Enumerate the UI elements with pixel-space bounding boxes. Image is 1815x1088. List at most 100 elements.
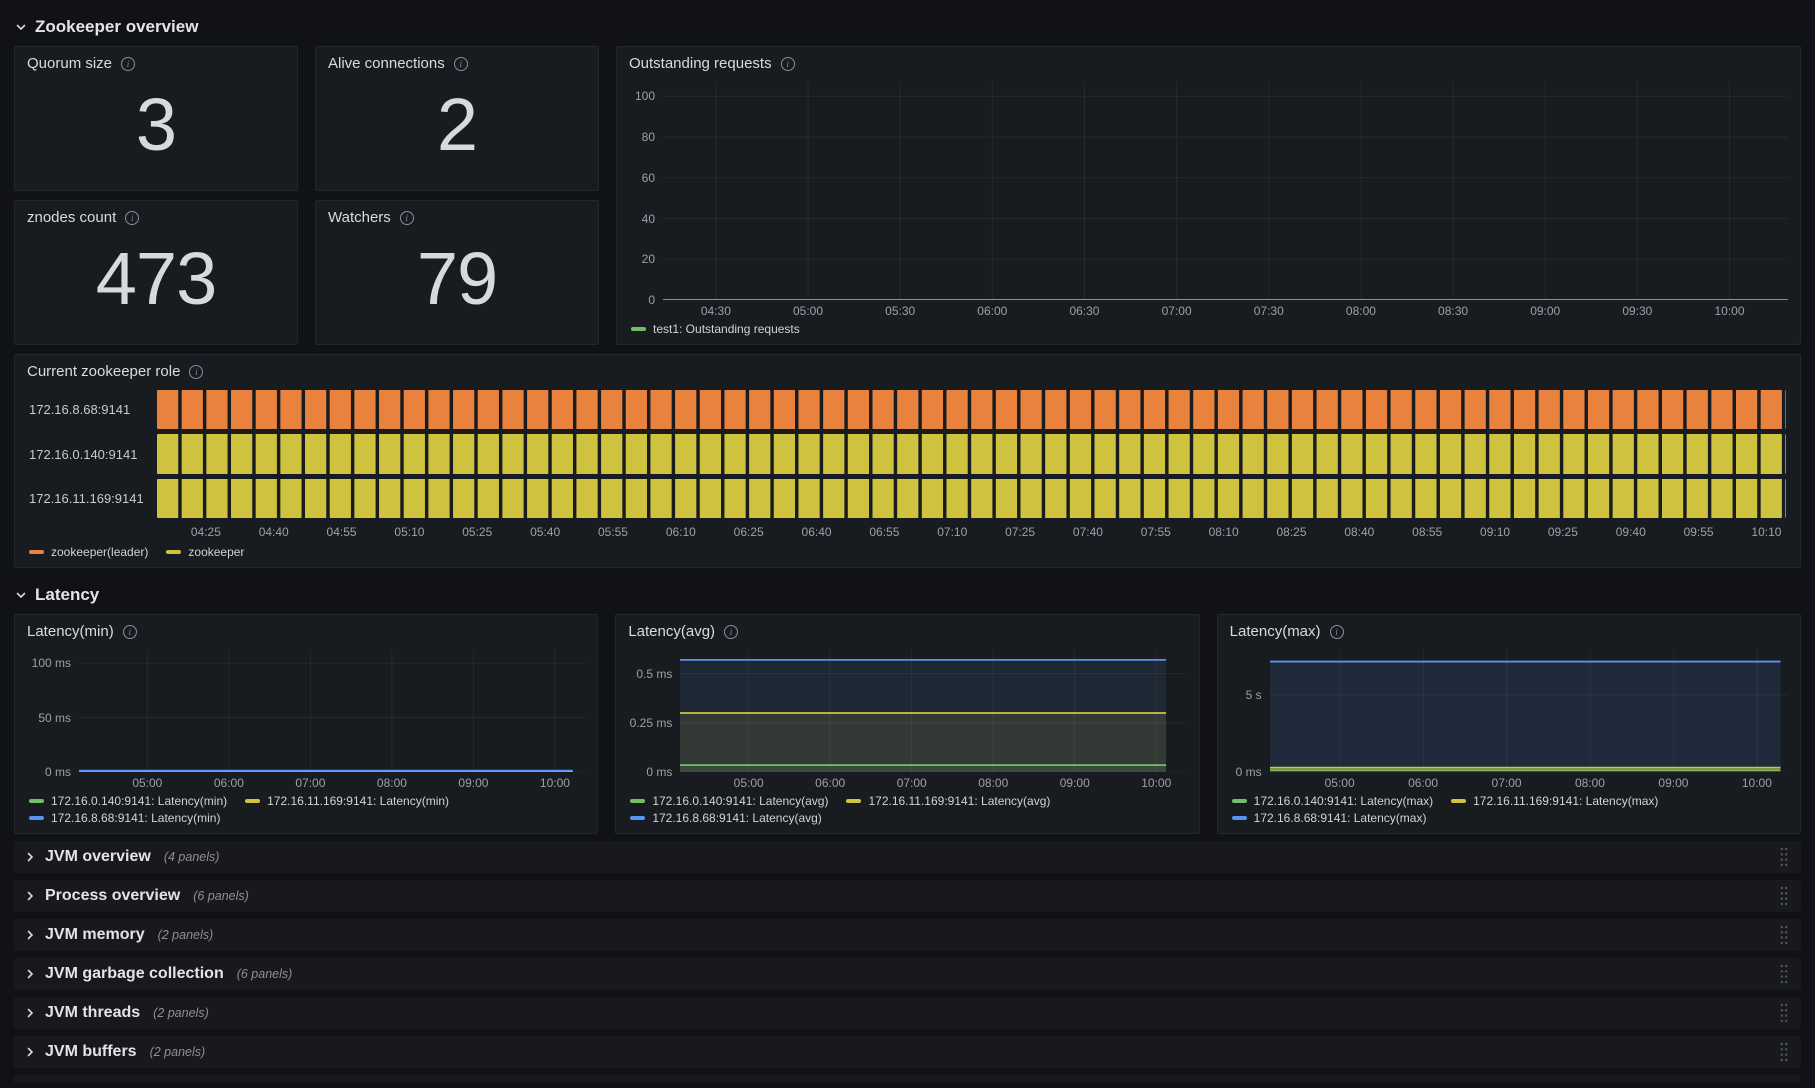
drag-handle-icon[interactable] <box>1777 885 1791 907</box>
drag-handle-icon[interactable] <box>1777 1002 1791 1024</box>
row-panel-count: (4 panels) <box>163 850 220 864</box>
legend-swatch <box>631 327 646 331</box>
y-tick-label: 60 <box>641 170 655 185</box>
legend-swatch <box>166 550 182 554</box>
row-jvm-buffers[interactable]: JVM buffers (2 panels) <box>14 1036 1801 1068</box>
x-tick-label: 10:00 <box>1141 776 1172 790</box>
legend-item[interactable]: 172.16.11.169:9141: Latency(max) <box>1451 794 1658 808</box>
chevron-down-icon <box>16 592 26 599</box>
info-glyph: i <box>1335 626 1338 637</box>
panel-watchers: Watchers i 79 <box>315 200 599 345</box>
info-icon[interactable]: i <box>189 364 204 379</box>
x-axis: 05:00 06:00 07:00 08:00 09:00 10:00 <box>680 774 1186 792</box>
panel-alive-connections: Alive connections i 2 <box>315 46 599 191</box>
legend-item[interactable]: 172.16.0.140:9141: Latency(avg) <box>630 794 828 808</box>
legend-label: test1: Outstanding requests <box>653 322 800 336</box>
latency-min-chart[interactable]: 0 ms 50 ms 100 ms 05:00 06:00 07:00 08:00 09:00… <box>15 642 597 792</box>
y-tick-label: 80 <box>641 130 655 144</box>
legend-item[interactable]: 172.16.0.140:9141: Latency(max) <box>1231 794 1433 808</box>
drag-handle-icon[interactable] <box>1777 1041 1791 1063</box>
legend-item[interactable]: zookeeper(leader) <box>29 545 148 559</box>
drag-handle-icon[interactable] <box>1777 963 1791 985</box>
info-icon[interactable]: i <box>1329 624 1344 639</box>
row-jvm-memory[interactable]: JVM memory (2 panels) <box>14 919 1801 951</box>
x-tick-label: 08:55 <box>1412 525 1443 540</box>
drag-handle-icon[interactable] <box>1777 924 1791 946</box>
legend-swatch <box>1451 799 1467 803</box>
legend-label: 172.16.8.68:9141: Latency(min) <box>51 811 221 825</box>
x-tick-label: 06:00 <box>1408 776 1439 790</box>
panel-title[interactable]: Current zookeeper role <box>27 363 180 380</box>
legend-swatch <box>630 799 646 803</box>
x-tick-label: 05:25 <box>462 525 493 540</box>
timeline-row: 172.16.8.68:9141 <box>29 390 1786 430</box>
legend-label: 172.16.11.169:9141: Latency(max) <box>1473 794 1659 808</box>
legend-item[interactable]: 172.16.11.169:9141: Latency(avg) <box>846 794 1050 808</box>
legend-item[interactable]: test1: Outstanding requests <box>631 322 800 336</box>
stats-grid: Quorum size i 3 Alive connections i 2 zn… <box>14 46 599 345</box>
x-tick-label: 04:25 <box>190 525 221 540</box>
legend-label: zookeeper(leader) <box>51 545 149 559</box>
row-process-overview[interactable]: Process overview (6 panels) <box>14 880 1801 912</box>
x-tick-label: 07:30 <box>1253 304 1284 318</box>
panel-title[interactable]: Latency(avg) <box>628 623 715 640</box>
panel-latency-min: Latency(min) i 0 ms 50 ms 100 ms 05:00 06:00… <box>14 614 599 834</box>
legend-item[interactable]: 172.16.8.68:9141: Latency(avg) <box>630 811 822 825</box>
panel-latency-avg: Latency(avg) i 0 ms 0.25 ms 0.5 ms 05:00 06:… <box>615 614 1200 834</box>
latency-avg-chart[interactable]: 0 ms 0.25 ms 0.5 ms 05:00 06:00 07:00 08:00 09:… <box>616 642 1198 792</box>
plot-area[interactable] <box>663 82 1788 300</box>
x-tick-label: 10:00 <box>1741 776 1772 790</box>
plot-area[interactable] <box>680 650 1186 772</box>
x-tick-label: 10:00 <box>539 776 570 790</box>
x-axis: 04:25 04:40 04:55 05:10 05:25 05:40 05:55 06:10… <box>157 523 1786 543</box>
panel-title[interactable]: Outstanding requests <box>629 55 772 72</box>
y-tick-label: 0.25 ms <box>629 715 673 730</box>
legend-item[interactable]: 172.16.0.140:9141: Latency(min) <box>29 794 227 808</box>
x-tick-label: 09:00 <box>1658 776 1689 790</box>
legend-swatch <box>29 816 44 820</box>
plot-area[interactable] <box>79 650 585 772</box>
overview-row: Quorum size i 3 Alive connections i 2 zn… <box>14 46 1801 345</box>
section-header-latency[interactable]: Latency <box>14 576 1801 614</box>
info-icon[interactable]: i <box>724 624 739 639</box>
timeline-track[interactable] <box>157 434 1786 474</box>
x-tick-label: 08:00 <box>978 776 1009 790</box>
x-tick-label: 05:55 <box>597 525 628 540</box>
chevron-right-icon <box>27 1047 34 1057</box>
info-icon[interactable]: i <box>780 56 795 71</box>
legend-label: 172.16.11.169:9141: Latency(min) <box>267 794 450 808</box>
x-tick-label: 09:25 <box>1547 525 1578 540</box>
row-jvm-garbage-collection[interactable]: JVM garbage collection (6 panels) <box>14 958 1801 990</box>
panel-header: Latency(max) i <box>1218 615 1800 642</box>
zookeeper-role-timeline[interactable]: 172.16.8.68:9141 172.16.0.140:9141 172.16.… <box>15 382 1800 543</box>
timeline-row: 172.16.0.140:9141 <box>29 434 1786 474</box>
row-jvm-threads[interactable]: JVM threads (2 panels) <box>14 997 1801 1029</box>
timeline-track[interactable] <box>157 390 1786 430</box>
timeline-track[interactable] <box>157 478 1786 519</box>
x-tick-label: 05:00 <box>793 304 824 318</box>
x-tick-label: 08:10 <box>1208 525 1239 540</box>
row-title: JVM memory <box>45 926 145 943</box>
x-tick-label: 08:00 <box>376 776 407 790</box>
outstanding-requests-chart[interactable]: 0 20 40 60 80 100 04:30 05:00 05:30 06:00 06:30 07:… <box>617 74 1800 320</box>
row-title: JVM overview <box>45 848 151 865</box>
x-tick-label: 08:00 <box>1574 776 1605 790</box>
legend-item[interactable]: 172.16.8.68:9141: Latency(max) <box>1231 811 1426 825</box>
panel-znodes-count: znodes count i 473 <box>14 200 298 345</box>
legend-item[interactable]: 172.16.11.169:9141: Latency(min) <box>245 794 449 808</box>
row-jvm-overview[interactable]: JVM overview (4 panels) <box>14 841 1801 873</box>
panel-title[interactable]: Latency(max) <box>1230 623 1321 640</box>
legend-item[interactable]: 172.16.8.68:9141: Latency(min) <box>29 811 220 825</box>
drag-handle-icon[interactable] <box>1777 846 1791 868</box>
x-tick-label: 06:25 <box>733 525 764 540</box>
section-title: Zookeeper overview <box>35 17 199 36</box>
timeline-row-label: 172.16.11.169:9141 <box>29 491 144 507</box>
latency-max-chart[interactable]: 0 ms 5 s 05:00 06:00 07:00 08:00 09:00 10:00 <box>1218 642 1800 792</box>
legend: 172.16.0.140:9141: Latency(min) 172.16.11… <box>15 792 597 833</box>
x-axis: 05:00 06:00 07:00 08:00 09:00 10:00 <box>1270 774 1788 792</box>
plot-area[interactable] <box>1269 650 1788 772</box>
info-icon[interactable]: i <box>122 624 137 639</box>
legend-item[interactable]: zookeeper <box>166 545 244 559</box>
section-header-zookeeper-overview[interactable]: Zookeeper overview <box>14 8 1801 46</box>
panel-title[interactable]: Latency(min) <box>27 623 114 640</box>
